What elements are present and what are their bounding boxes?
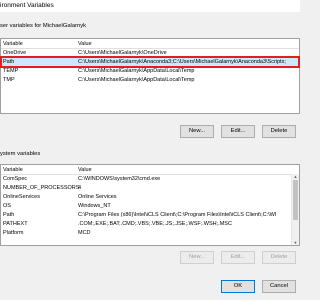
cancel-button[interactable]: Cancel — [262, 280, 296, 293]
variable-value: Online Services — [78, 194, 117, 200]
system-variable-row-comspec[interactable]: ComSpec C:\WINDOWS\system32\cmd.exe — [1, 175, 291, 183]
system-variable-row-number-of-processors[interactable]: NUMBER_OF_PROCESSORS 4 — [1, 184, 291, 192]
variable-value: .COM;.EXE;.BAT;.CMD;.VBS;.VBE;.JS;.JSE;.… — [78, 221, 232, 227]
variable-name: NUMBER_OF_PROCESSORS — [3, 185, 80, 191]
variable-name: OS — [3, 203, 11, 209]
variable-name: TMP — [3, 77, 15, 83]
variable-name: OnlineServices — [3, 194, 40, 200]
system-variable-row-pathext[interactable]: PATHEXT .COM;.EXE;.BAT;.CMD;.VBS;.VBE;.J… — [1, 220, 291, 228]
scroll-down-arrow-icon[interactable]: ▼ — [292, 240, 299, 245]
column-header-value[interactable]: Value — [78, 41, 92, 47]
system-variables-scrollbar[interactable]: ▲ ▼ — [291, 174, 299, 245]
variable-value: 4 — [78, 185, 82, 191]
user-variable-row-tmp[interactable]: TMP C:\Users\MichaelGalarnyk\AppData\Loc… — [1, 76, 299, 84]
user-variables-label: ser variables for MichaelGalarnyk — [0, 23, 87, 29]
system-edit-button[interactable]: Edit... — [221, 251, 255, 264]
variable-name: Path — [3, 212, 15, 218]
variable-name: PATHEXT — [3, 221, 28, 227]
system-variables-label: ystem variables — [0, 151, 41, 157]
system-variable-row-platform[interactable]: Platform MCD — [1, 229, 291, 237]
user-variable-row-temp[interactable]: TEMP C:\Users\MichaelGalarnyk\AppData\Lo… — [1, 67, 299, 75]
variable-name: ComSpec — [3, 176, 28, 182]
user-delete-button[interactable]: Delete — [262, 125, 296, 138]
scrollbar-thumb[interactable] — [293, 180, 298, 220]
system-variable-row-onlineservices[interactable]: OnlineServices Online Services — [1, 193, 291, 201]
variable-value: C:\Users\MichaelGalarnyk\AppData\Local\T… — [78, 77, 195, 83]
variable-name: TEMP — [3, 68, 19, 74]
column-header-variable[interactable]: Variable — [3, 167, 23, 173]
system-variables-list[interactable]: Variable Value ComSpec C:\WINDOWS\system… — [0, 164, 300, 246]
window-titlebar: ironment Variables — [0, 0, 300, 12]
system-delete-button[interactable]: Delete — [262, 251, 296, 264]
system-variable-row-os[interactable]: OS Windows_NT — [1, 202, 291, 210]
variable-value: MCD — [78, 230, 91, 236]
window-title: ironment Variables — [0, 2, 54, 9]
variable-value: C:\Users\MichaelGalarnyk\AppData\Local\T… — [78, 68, 195, 74]
variable-value: C:\WINDOWS\system32\cmd.exe — [78, 176, 161, 182]
system-variables-header: Variable Value — [1, 165, 299, 175]
user-variables-list[interactable]: Variable Value OneDrive C:\Users\Michael… — [0, 38, 300, 114]
user-edit-button[interactable]: Edit... — [221, 125, 255, 138]
column-header-variable[interactable]: Variable — [3, 41, 23, 47]
system-variable-row-path[interactable]: Path C:\Program Files (x86)\Intel\iCLS C… — [1, 211, 291, 219]
system-new-button[interactable]: New... — [180, 251, 214, 264]
column-header-value[interactable]: Value — [78, 167, 92, 173]
ok-button[interactable]: OK — [221, 280, 255, 293]
user-variables-header: Variable Value — [1, 39, 299, 49]
variable-name: Platform — [3, 230, 24, 236]
variable-value: C:\Program Files (x86)\Intel\iCLS Client… — [78, 212, 277, 218]
path-row-highlight — [0, 56, 300, 68]
variable-value: Windows_NT — [78, 203, 111, 209]
user-new-button[interactable]: New... — [180, 125, 214, 138]
scroll-up-arrow-icon[interactable]: ▲ — [292, 174, 299, 179]
